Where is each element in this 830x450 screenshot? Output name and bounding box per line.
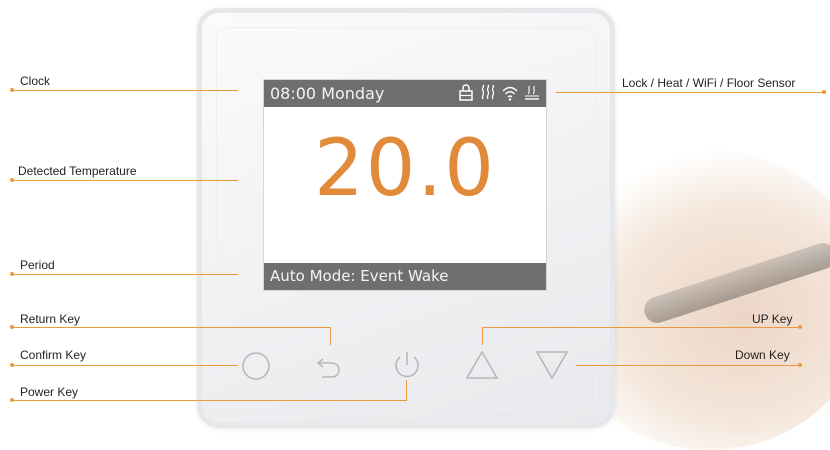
circle-icon: [242, 352, 270, 380]
label-down-key: Down Key: [735, 348, 790, 362]
label-up-key: UP Key: [752, 312, 793, 326]
lock-icon: [458, 84, 474, 102]
leader-line-temperature: [12, 180, 238, 181]
label-return-key: Return Key: [20, 312, 81, 326]
clock-display: 08:00 Monday: [270, 84, 385, 103]
leader-line-return-down: [330, 327, 331, 345]
detected-temperature: 20.0: [314, 124, 496, 214]
up-key[interactable]: [464, 348, 500, 387]
wifi-icon: [502, 84, 518, 102]
period-bar: Auto Mode: Event Wake: [264, 263, 546, 290]
period-text: Auto Mode: Event Wake: [270, 267, 449, 285]
label-period: Period: [20, 258, 55, 272]
triangle-up-icon: [465, 350, 499, 379]
thermostat-screen: 08:00 Monday 20.0 Auto Mode: Event Wake: [264, 80, 546, 290]
status-icons: [458, 84, 540, 102]
leader-line-clock: [12, 90, 238, 91]
status-bar: 08:00 Monday: [264, 80, 546, 107]
leader-line-status: [556, 92, 826, 93]
leader-dot: [798, 363, 802, 367]
label-power-key: Power Key: [20, 385, 79, 399]
return-arrow-icon: [316, 358, 340, 378]
label-status-icons: Lock / Heat / WiFi / Floor Sensor: [622, 76, 796, 90]
power-icon: [395, 352, 419, 378]
label-clock: Clock: [20, 74, 51, 88]
leader-dot: [798, 325, 802, 329]
down-key[interactable]: [534, 348, 570, 387]
triangle-down-icon: [535, 351, 569, 380]
power-key[interactable]: [390, 348, 424, 387]
leader-line-period: [12, 274, 238, 275]
floor-sensor-icon: [524, 84, 540, 102]
leader-line-up: [482, 327, 800, 328]
label-confirm-key: Confirm Key: [20, 348, 87, 362]
leader-line-return: [12, 327, 330, 328]
leader-line-power-up: [406, 380, 407, 401]
leader-line-confirm: [12, 365, 238, 366]
leader-line-power: [12, 400, 406, 401]
heat-icon: [480, 84, 496, 102]
confirm-key[interactable]: [240, 350, 272, 387]
return-key[interactable]: [314, 350, 346, 387]
leader-line-up-down: [482, 327, 483, 345]
label-detected-temperature: Detected Temperature: [18, 164, 137, 178]
leader-line-down: [576, 365, 800, 366]
leader-dot: [822, 90, 826, 94]
